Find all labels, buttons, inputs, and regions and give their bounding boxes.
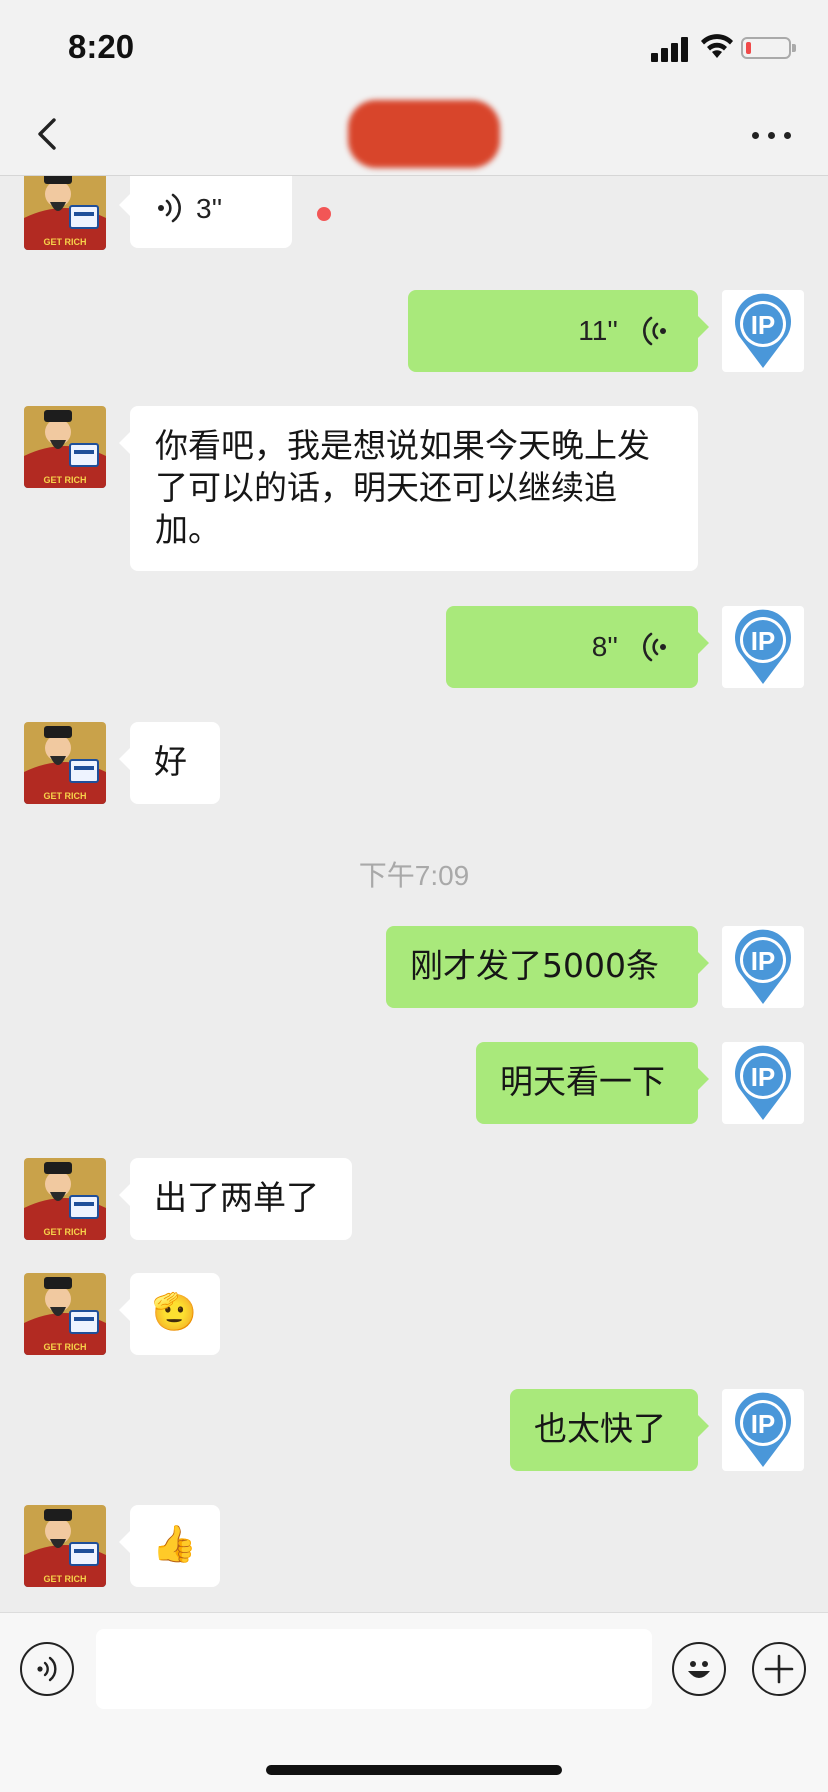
plus-icon <box>764 1654 794 1684</box>
more-dots-icon[interactable] <box>748 124 798 148</box>
voice-message[interactable]: 8'' <box>446 606 709 688</box>
emoji-message[interactable]: 🫡 <box>119 1273 220 1355</box>
status-bar: 8:20 <box>0 0 828 96</box>
chevron-left-icon[interactable] <box>28 114 68 154</box>
my-avatar[interactable]: IP <box>722 606 804 688</box>
svg-text:IP: IP <box>751 946 776 976</box>
contact-avatar[interactable]: GET RICH <box>24 722 106 804</box>
message-text: 刚才发了5000条 <box>410 946 659 985</box>
text-message[interactable]: 出了两单了 <box>119 1158 352 1240</box>
svg-text:IP: IP <box>751 626 776 656</box>
chat-area[interactable]: GET RICH 3'' 11'' IP GET RICH 你看吧，我是想说如果… <box>0 176 828 1612</box>
contact-avatar[interactable]: GET RICH <box>24 1505 106 1587</box>
contact-avatar[interactable]: GET RICH <box>24 1158 106 1240</box>
message-text: 好 <box>154 742 187 781</box>
voice-duration: 11'' <box>578 315 618 346</box>
svg-text:GET RICH: GET RICH <box>43 1227 86 1237</box>
svg-text:GET RICH: GET RICH <box>43 1574 86 1584</box>
cellular-signal-icon <box>651 36 691 62</box>
message-text: 出了两单了 <box>154 1178 319 1217</box>
my-avatar[interactable]: IP <box>722 1389 804 1471</box>
unread-dot <box>317 207 331 221</box>
text-message[interactable]: 你看吧，我是想说如果今天晚上发了可以的话，明天还可以继续追加。 <box>119 406 698 571</box>
text-message[interactable]: 明天看一下 <box>476 1042 709 1124</box>
battery-level <box>746 42 751 54</box>
message-text: 也太快了 <box>534 1409 666 1448</box>
smiley-icon <box>688 1661 710 1678</box>
message-text: 你看吧，我是想说如果今天晚上发了可以的话，明天还可以继续追加。 <box>155 426 650 549</box>
contact-avatar[interactable]: GET RICH <box>24 176 106 250</box>
svg-text:IP: IP <box>751 310 776 340</box>
my-avatar[interactable]: IP <box>722 926 804 1008</box>
svg-text:GET RICH: GET RICH <box>43 791 86 801</box>
message-timestamp: 下午7:09 <box>358 860 470 891</box>
battery-icon <box>741 37 796 59</box>
text-message[interactable]: 刚才发了5000条 <box>386 926 709 1008</box>
voice-icon <box>37 1656 57 1682</box>
my-avatar[interactable]: IP <box>722 290 804 372</box>
emoji-text: 🫡 <box>152 1292 197 1333</box>
nav-bar <box>0 96 828 176</box>
emoji-text: 👍 <box>152 1524 197 1565</box>
chat-title-redacted <box>348 100 500 168</box>
contact-avatar[interactable]: GET RICH <box>24 406 106 488</box>
contact-avatar[interactable]: GET RICH <box>24 1273 106 1355</box>
voice-icon <box>643 632 666 662</box>
emoji-button[interactable] <box>672 1642 726 1696</box>
my-avatar[interactable]: IP <box>722 1042 804 1124</box>
voice-icon <box>643 316 666 346</box>
add-button[interactable] <box>752 1642 806 1696</box>
svg-text:IP: IP <box>751 1409 776 1439</box>
voice-duration: 8'' <box>591 631 618 662</box>
status-time: 8:20 <box>68 28 135 65</box>
svg-text:GET RICH: GET RICH <box>43 1342 86 1352</box>
svg-text:GET RICH: GET RICH <box>43 475 86 485</box>
svg-text:IP: IP <box>751 1062 776 1092</box>
voice-input-button[interactable] <box>20 1642 74 1696</box>
svg-text:GET RICH: GET RICH <box>43 237 86 247</box>
voice-message[interactable]: 11'' <box>408 290 709 372</box>
wifi-icon <box>701 34 733 58</box>
text-message[interactable]: 也太快了 <box>510 1389 709 1471</box>
home-indicator <box>266 1765 562 1775</box>
message-text: 明天看一下 <box>500 1062 665 1101</box>
voice-message[interactable]: 3'' <box>119 176 292 248</box>
voice-icon <box>158 193 181 223</box>
message-input[interactable] <box>96 1629 652 1709</box>
emoji-message[interactable]: 👍 <box>119 1505 220 1587</box>
text-message[interactable]: 好 <box>119 722 220 804</box>
voice-duration: 3'' <box>196 193 223 224</box>
